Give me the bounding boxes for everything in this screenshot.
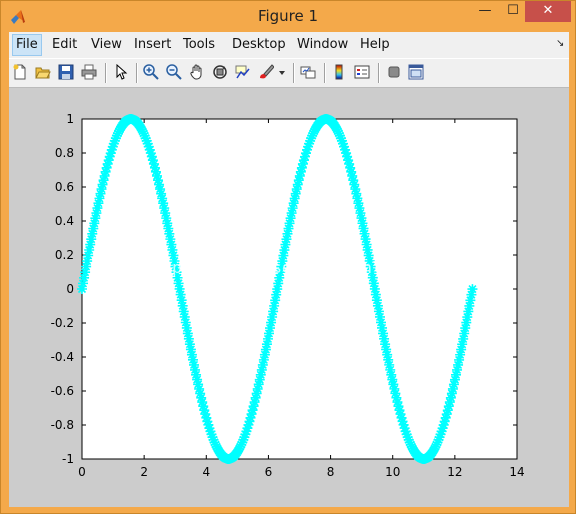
menu-insert[interactable]: Insert — [131, 35, 174, 55]
pointer-icon[interactable] — [113, 64, 129, 80]
data-point — [203, 415, 209, 421]
x-tick-label: 6 — [265, 465, 273, 479]
data-point — [274, 286, 280, 292]
y-tick-label: 0.4 — [55, 214, 74, 228]
new-figure-icon[interactable] — [12, 64, 28, 80]
link-plot-icon[interactable] — [300, 64, 316, 80]
data-point — [469, 286, 475, 292]
data-point — [312, 127, 318, 133]
data-point — [177, 286, 183, 292]
menu-edit[interactable]: Edit — [49, 35, 80, 55]
figure-canvas: 0 2 4 6 8 10 12 14 -1 -0.8 -0.6 -0.4 -0.2 0 0.2 0.4 0.6 0… — [9, 88, 569, 507]
x-tick-label: 14 — [509, 465, 524, 479]
y-tick-label: -0.8 — [51, 418, 74, 432]
y-tick-label: 1 — [66, 112, 74, 126]
data-point — [390, 378, 396, 384]
figure-window: Figure 1 — ☐ ✕ File Edit View Insert Too… — [0, 0, 576, 514]
toolbar-separator — [324, 63, 326, 83]
y-tick-label: 0.2 — [55, 248, 74, 262]
x-tick-label: 12 — [447, 465, 462, 479]
data-point — [323, 116, 329, 122]
menu-help[interactable]: Help — [357, 35, 393, 55]
brush-icon[interactable] — [258, 64, 274, 80]
print-icon[interactable] — [81, 64, 97, 80]
data-point — [157, 184, 163, 190]
data-point — [436, 435, 442, 441]
toolbar-separator — [293, 63, 295, 83]
x-tick-label: 10 — [385, 465, 400, 479]
y-tick-label: -1 — [62, 452, 74, 466]
menu-bar: File Edit View Insert Tools Desktop Wind… — [9, 32, 569, 58]
zoom-in-icon[interactable] — [143, 64, 159, 80]
minimize-button[interactable]: — — [471, 1, 499, 22]
x-tick-label: 8 — [327, 465, 335, 479]
data-point — [405, 436, 411, 442]
legend-icon[interactable] — [354, 64, 370, 80]
pan-hand-icon[interactable] — [189, 64, 205, 80]
data-point — [110, 143, 116, 149]
x-tick-label: 4 — [202, 465, 210, 479]
data-cursor-icon[interactable] — [235, 64, 251, 80]
toolbar-separator — [378, 63, 380, 83]
maximize-button[interactable]: ☐ — [500, 1, 526, 22]
zoom-out-icon[interactable] — [166, 64, 182, 80]
data-point — [328, 118, 334, 124]
menu-view[interactable]: View — [88, 35, 125, 55]
menu-file[interactable]: File — [12, 34, 42, 56]
menu-window[interactable]: Window — [294, 35, 351, 55]
brush-dropdown-icon[interactable] — [277, 64, 287, 80]
sine-plot[interactable]: 0 2 4 6 8 10 12 14 -1 -0.8 -0.6 -0.4 -0.2 0 0.2 0.4 0.6 0… — [9, 88, 569, 507]
hide-plot-tools-icon[interactable] — [386, 64, 402, 80]
save-icon[interactable] — [58, 64, 74, 80]
data-point — [250, 406, 256, 412]
data-point — [343, 150, 349, 156]
data-point — [372, 286, 378, 292]
data-point — [297, 174, 302, 180]
data-point — [219, 452, 225, 458]
dock-figure-icon[interactable]: ↘ — [556, 38, 564, 49]
y-tick-label: 0.6 — [55, 180, 74, 194]
data-point — [265, 333, 271, 339]
menu-desktop[interactable]: Desktop — [229, 35, 289, 55]
data-point — [79, 286, 85, 292]
close-button[interactable]: ✕ — [525, 1, 571, 22]
open-file-icon[interactable] — [35, 64, 51, 80]
data-point — [421, 456, 427, 462]
show-plot-tools-icon[interactable] — [408, 64, 424, 80]
toolbar-separator — [105, 63, 107, 83]
data-point — [225, 456, 231, 462]
data-point — [452, 377, 458, 383]
watermark-text: http://blog.csdn.net/gnls200808 — [142, 258, 452, 277]
x-tick-label: 0 — [78, 465, 86, 479]
x-tick-label: 2 — [140, 465, 148, 479]
data-point — [281, 249, 287, 255]
menu-tools[interactable]: Tools — [180, 35, 218, 55]
data-point — [234, 449, 240, 455]
data-point — [188, 346, 194, 352]
toolbar-separator — [136, 63, 138, 83]
y-tick-label: 0 — [66, 282, 74, 296]
y-tick-label: -0.6 — [51, 384, 74, 398]
data-point — [359, 216, 365, 222]
colorbar-icon[interactable] — [331, 64, 347, 80]
data-point — [141, 131, 147, 137]
data-point — [128, 116, 134, 122]
figure-toolbar — [9, 58, 569, 88]
rotate-3d-icon[interactable] — [212, 64, 228, 80]
data-point — [95, 205, 101, 211]
y-tick-label: 0.8 — [55, 146, 74, 160]
y-tick-label: -0.2 — [51, 316, 74, 330]
y-tick-label: -0.4 — [51, 350, 74, 364]
title-bar[interactable]: Figure 1 — ☐ ✕ — [1, 1, 575, 32]
